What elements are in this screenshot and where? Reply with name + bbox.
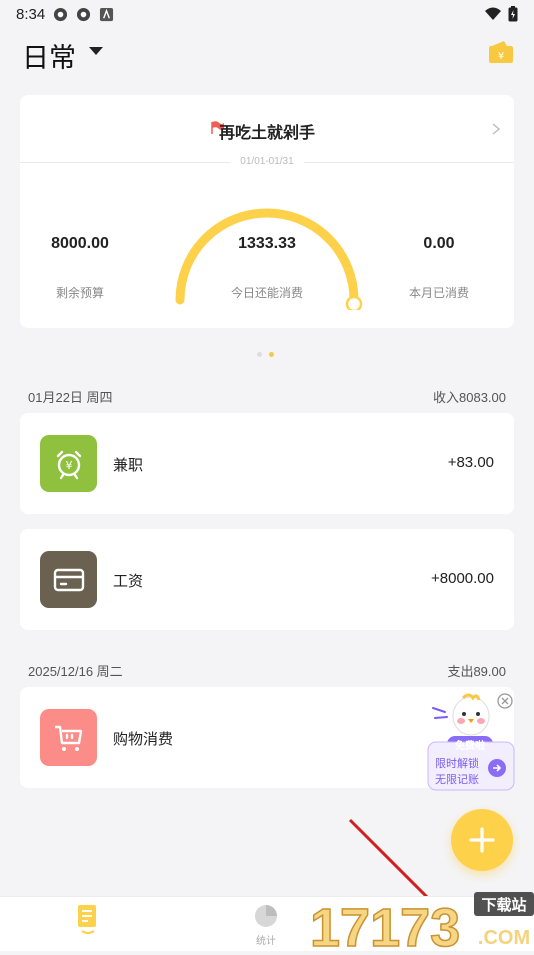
header: 日常 ¥ — [0, 30, 534, 76]
records-icon — [78, 905, 96, 934]
alarm-clock-yuan-icon: ¥ — [40, 435, 97, 492]
transaction-name: 购物消费 — [113, 731, 174, 748]
group-summary: 收入8083.00 — [433, 390, 506, 405]
today-spendable-value: 1333.33 — [238, 235, 296, 252]
svg-text:¥: ¥ — [498, 51, 504, 62]
status-time: 8:34 — [16, 5, 46, 23]
svg-text:.COM: .COM — [478, 927, 530, 949]
watermark: 17173 .COM 下载站 — [309, 888, 534, 955]
book-title[interactable]: 日常 — [22, 36, 76, 75]
group-date: 2025/12/16 周二 — [28, 664, 123, 679]
page-indicator — [257, 352, 274, 357]
page-dot-active[interactable] — [269, 352, 274, 357]
remaining-budget-value: 8000.00 — [51, 235, 109, 252]
caret-down-icon[interactable] — [88, 46, 104, 56]
add-record-button[interactable] — [451, 809, 513, 871]
today-spendable-label: 今日还能消费 — [230, 286, 303, 300]
transaction-name: 兼职 — [113, 457, 144, 474]
status-bar: 8:34 — [0, 0, 534, 28]
app-notification-icon — [54, 7, 68, 21]
pie-chart-icon — [255, 905, 277, 927]
budget-title: 再吃土就剁手 — [218, 125, 315, 142]
salary-card-icon — [40, 551, 97, 608]
promo-widget[interactable]: 免费啦 限时解锁 无限记账 — [427, 690, 517, 795]
month-spent-label: 本月已消费 — [408, 286, 469, 300]
remaining-budget-label: 剩余预算 — [55, 286, 104, 300]
transaction-name: 工资 — [113, 573, 144, 590]
promo-line1: 限时解锁 — [435, 758, 479, 770]
wallet-icon[interactable]: ¥ — [488, 40, 514, 64]
date-range: 01/01-01/31 — [20, 156, 514, 167]
month-spent-value: 0.00 — [423, 235, 455, 252]
shopping-cart-icon — [40, 709, 97, 766]
chevron-right-icon[interactable] — [492, 123, 500, 135]
group-summary: 支出89.00 — [447, 664, 506, 679]
group-date: 01月22日 周四 — [28, 390, 113, 405]
page-dot[interactable] — [257, 352, 262, 357]
budget-card[interactable]: 再吃土就剁手 01/01-01/31 8000.00 剩余预算 1333.33 … — [20, 95, 514, 328]
battery-icon — [508, 6, 518, 22]
tab-statistics[interactable]: 统计 — [236, 903, 296, 947]
keyboard-notification-icon — [100, 7, 114, 21]
transaction-row[interactable]: 工资 +8000.00 — [20, 529, 514, 630]
plus-icon — [469, 827, 495, 853]
svg-text:17173: 17173 — [310, 898, 460, 950]
transaction-amount: +83.00 — [447, 454, 494, 471]
transaction-amount: +8000.00 — [431, 570, 494, 587]
app-notification-icon — [77, 7, 91, 21]
svg-text:¥: ¥ — [65, 459, 72, 472]
transaction-row[interactable]: ¥ 兼职 +83.00 — [20, 413, 514, 514]
watermark-text: 下载站 — [481, 897, 527, 914]
wifi-icon — [485, 7, 501, 20]
tab-records[interactable] — [58, 903, 118, 938]
promo-line2: 无限记账 — [435, 774, 479, 786]
promo-badge: 免费啦 — [455, 741, 485, 752]
tab-statistics-label: 统计 — [256, 936, 276, 947]
